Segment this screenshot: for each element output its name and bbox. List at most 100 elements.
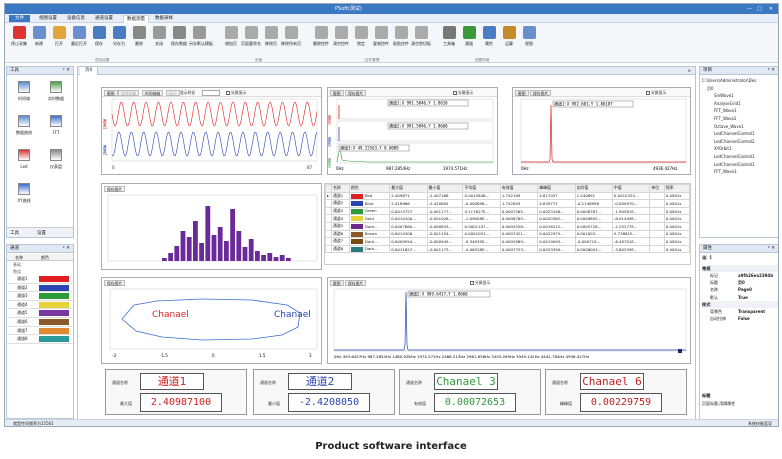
column-header[interactable]: 有效值	[499, 184, 539, 193]
split-screen-checkbox[interactable]: 分屏显示	[226, 90, 246, 96]
tree-root[interactable]: C:\Users\Administrator\Des	[702, 77, 778, 85]
menu-sample[interactable]: 数据采样	[155, 15, 173, 22]
toolbox-item[interactable]: 数据曲线	[9, 115, 39, 145]
channel-group[interactable]: 数组	[7, 268, 73, 275]
channel-color-swatch[interactable]	[39, 276, 69, 282]
column-header[interactable]: 实时值	[574, 184, 613, 193]
menu-channel[interactable]: 通道设置	[95, 15, 113, 22]
channel-row[interactable]: 通道7	[7, 327, 73, 336]
property-category[interactable]: 常规	[702, 265, 778, 272]
column-header[interactable]: 单位	[649, 184, 665, 193]
ribbon-button-12[interactable]: 移除页	[261, 26, 281, 58]
column-header[interactable]: 最大值	[389, 184, 428, 193]
ribbon-button-7[interactable]: 关闭	[149, 26, 169, 58]
tree-item[interactable]: AnalyseGrid1	[702, 100, 778, 108]
column-header[interactable]: 名称	[331, 184, 350, 193]
ribbon-button-3[interactable]: 最近打开	[69, 26, 89, 58]
column-header[interactable]: 颜色	[348, 184, 391, 193]
ribbon-button-19[interactable]: 清空剪切板	[411, 26, 431, 58]
menu-file[interactable]: 文件	[9, 15, 30, 22]
ribbon-button-8[interactable]: 保存数据	[169, 26, 189, 58]
tree-item[interactable]: Octave_Wave1	[702, 123, 778, 131]
column-header[interactable]: 平均值	[462, 184, 501, 193]
toolbox-item[interactable]: 仪表盘	[41, 149, 71, 179]
property-row[interactable]: 默认 True	[702, 294, 778, 301]
close-icon[interactable]: ᵖ ✕	[768, 67, 775, 75]
save-image-button[interactable]: 保存图片	[530, 89, 552, 96]
table-row[interactable]: 通道4 Gold 0.0010100... -0.001026... -1.09008E…	[325, 214, 690, 223]
channel-color-swatch[interactable]	[39, 310, 69, 317]
close-icon[interactable]: ᵖ ✕	[63, 245, 70, 253]
close-icon[interactable]: ✕	[769, 4, 773, 14]
menu-view[interactable]: 视图设置	[39, 15, 57, 22]
ribbon-button-16[interactable]: 锁定	[351, 26, 371, 58]
pause-button[interactable]: 暂停采集	[118, 89, 140, 96]
tree-item[interactable]: LedChannelControl2	[702, 138, 778, 146]
ribbon-button-11[interactable]: 页面重命名	[241, 26, 261, 58]
tree-item[interactable]: FFT_Wave3	[702, 168, 778, 176]
menu-measure[interactable]: 数据测量	[123, 15, 149, 23]
toolbox-item[interactable]: 时间域	[9, 81, 39, 111]
channel-color-swatch[interactable]	[39, 284, 69, 291]
led-channel-control[interactable]: 通道名称 Chanael 3 有效值 0.00072653	[399, 369, 541, 415]
toolbox-item[interactable]: XY曲线	[9, 183, 39, 213]
save-image-button[interactable]: 保存图片	[345, 89, 367, 96]
toolbox-item[interactable]: FFT	[41, 115, 71, 145]
property-row[interactable]: 标记 a9fb26ea2394b	[702, 272, 778, 279]
column-header[interactable]: 频率	[663, 184, 690, 193]
screenshot-button[interactable]: 截图	[330, 89, 344, 96]
property-row[interactable]: 名称 Page0	[702, 286, 778, 293]
screenshot-button[interactable]: 截图	[515, 89, 529, 96]
ribbon-button-17[interactable]: 复制控件	[371, 26, 391, 58]
minimize-icon[interactable]: —	[747, 4, 752, 14]
tree-item[interactable]: XYOrbit1	[702, 145, 778, 153]
ribbon-button-14[interactable]: 删除控件	[311, 26, 331, 58]
split-screen-checkbox[interactable]: 分屏显示	[470, 280, 490, 286]
table-row[interactable]: 通道7 Dark... 0.0009594... -0.000949... -9.349…	[325, 237, 690, 246]
property-row[interactable]: 标题 页0	[702, 279, 778, 286]
save-image-button[interactable]: 保存图片	[104, 279, 126, 286]
table-row[interactable]: 通道2 Blue 2.418966 -2.420805 -0.000898... 1.74…	[325, 199, 690, 208]
ribbon-button-20[interactable]: 工具箱	[439, 26, 459, 58]
property-sort-icons[interactable]: ▦ ↕	[702, 255, 713, 261]
column-header[interactable]: 最小值	[426, 184, 464, 193]
split-screen-checkbox[interactable]: 分屏显示	[453, 90, 473, 96]
channel-row[interactable]: 通道2	[7, 284, 73, 293]
ribbon-button-13[interactable]: 移除所有页	[281, 26, 301, 58]
ribbon-button-4[interactable]: 保存	[89, 26, 109, 58]
duration-input[interactable]	[202, 89, 220, 96]
tree-page[interactable]: 页0	[702, 85, 778, 93]
channel-group[interactable]: 基础	[7, 261, 73, 268]
ribbon-button-23[interactable]: 运算	[499, 26, 519, 58]
ribbon-button-15[interactable]: 清空控件	[331, 26, 351, 58]
property-row[interactable]: 自动拉伸 False	[702, 315, 778, 322]
channel-row[interactable]: 通道6	[7, 318, 73, 327]
scroll-marker[interactable]	[678, 349, 682, 353]
table-row[interactable]: 通道3 Green 0.0013757 -0.001177... 4.117627E..…	[325, 206, 690, 216]
close-icon[interactable]: ᵖ ✕	[768, 245, 775, 253]
ribbon-button-22[interactable]: 属性	[479, 26, 499, 58]
tree-item[interactable]: LedChannelControl1	[702, 161, 778, 169]
channel-color-swatch[interactable]	[39, 318, 69, 325]
channel-row[interactable]: 通道4	[7, 301, 73, 310]
table-row[interactable]: ▸ 通道1 Red 2.409871 -2.407166 0.0015846... 1.74…	[325, 191, 690, 201]
table-row[interactable]: 通道8 Dark... 0.0011657... -0.001173... -4.065…	[325, 244, 690, 254]
toolbox-item[interactable]: Led	[9, 149, 39, 179]
screenshot-button[interactable]: 截图	[330, 279, 344, 286]
property-row[interactable]: 背景色 Transparent	[702, 308, 778, 315]
column-header[interactable]: 峰峰值	[537, 184, 576, 193]
tree-item[interactable]: FFT_Wave2	[702, 115, 778, 123]
led-channel-control[interactable]: 通道名称 通道2 最小值 -2.4208050	[253, 369, 395, 415]
doc-tab-page0[interactable]: 页0	[80, 67, 99, 75]
ribbon-button-24[interactable]: 视图	[519, 26, 539, 58]
led-channel-control[interactable]: 通道名称 Chanael 6 峰峰值 0.00229759	[545, 369, 687, 415]
ribbon-button-21[interactable]: 通道	[459, 26, 479, 58]
doc-close-icon[interactable]: ✕	[688, 67, 691, 75]
screenshot-button[interactable]: 截图	[104, 89, 118, 96]
ribbon-button-18[interactable]: 粘贴控件	[391, 26, 411, 58]
maximize-icon[interactable]: □	[757, 4, 762, 14]
split-screen-checkbox[interactable]: 分屏显示	[646, 90, 666, 96]
ribbon-button-6[interactable]: 删除	[129, 26, 149, 58]
led-channel-control[interactable]: 通道名称 通道1 最大值 2.40987100	[105, 369, 247, 415]
property-category[interactable]: 样式	[702, 300, 778, 308]
